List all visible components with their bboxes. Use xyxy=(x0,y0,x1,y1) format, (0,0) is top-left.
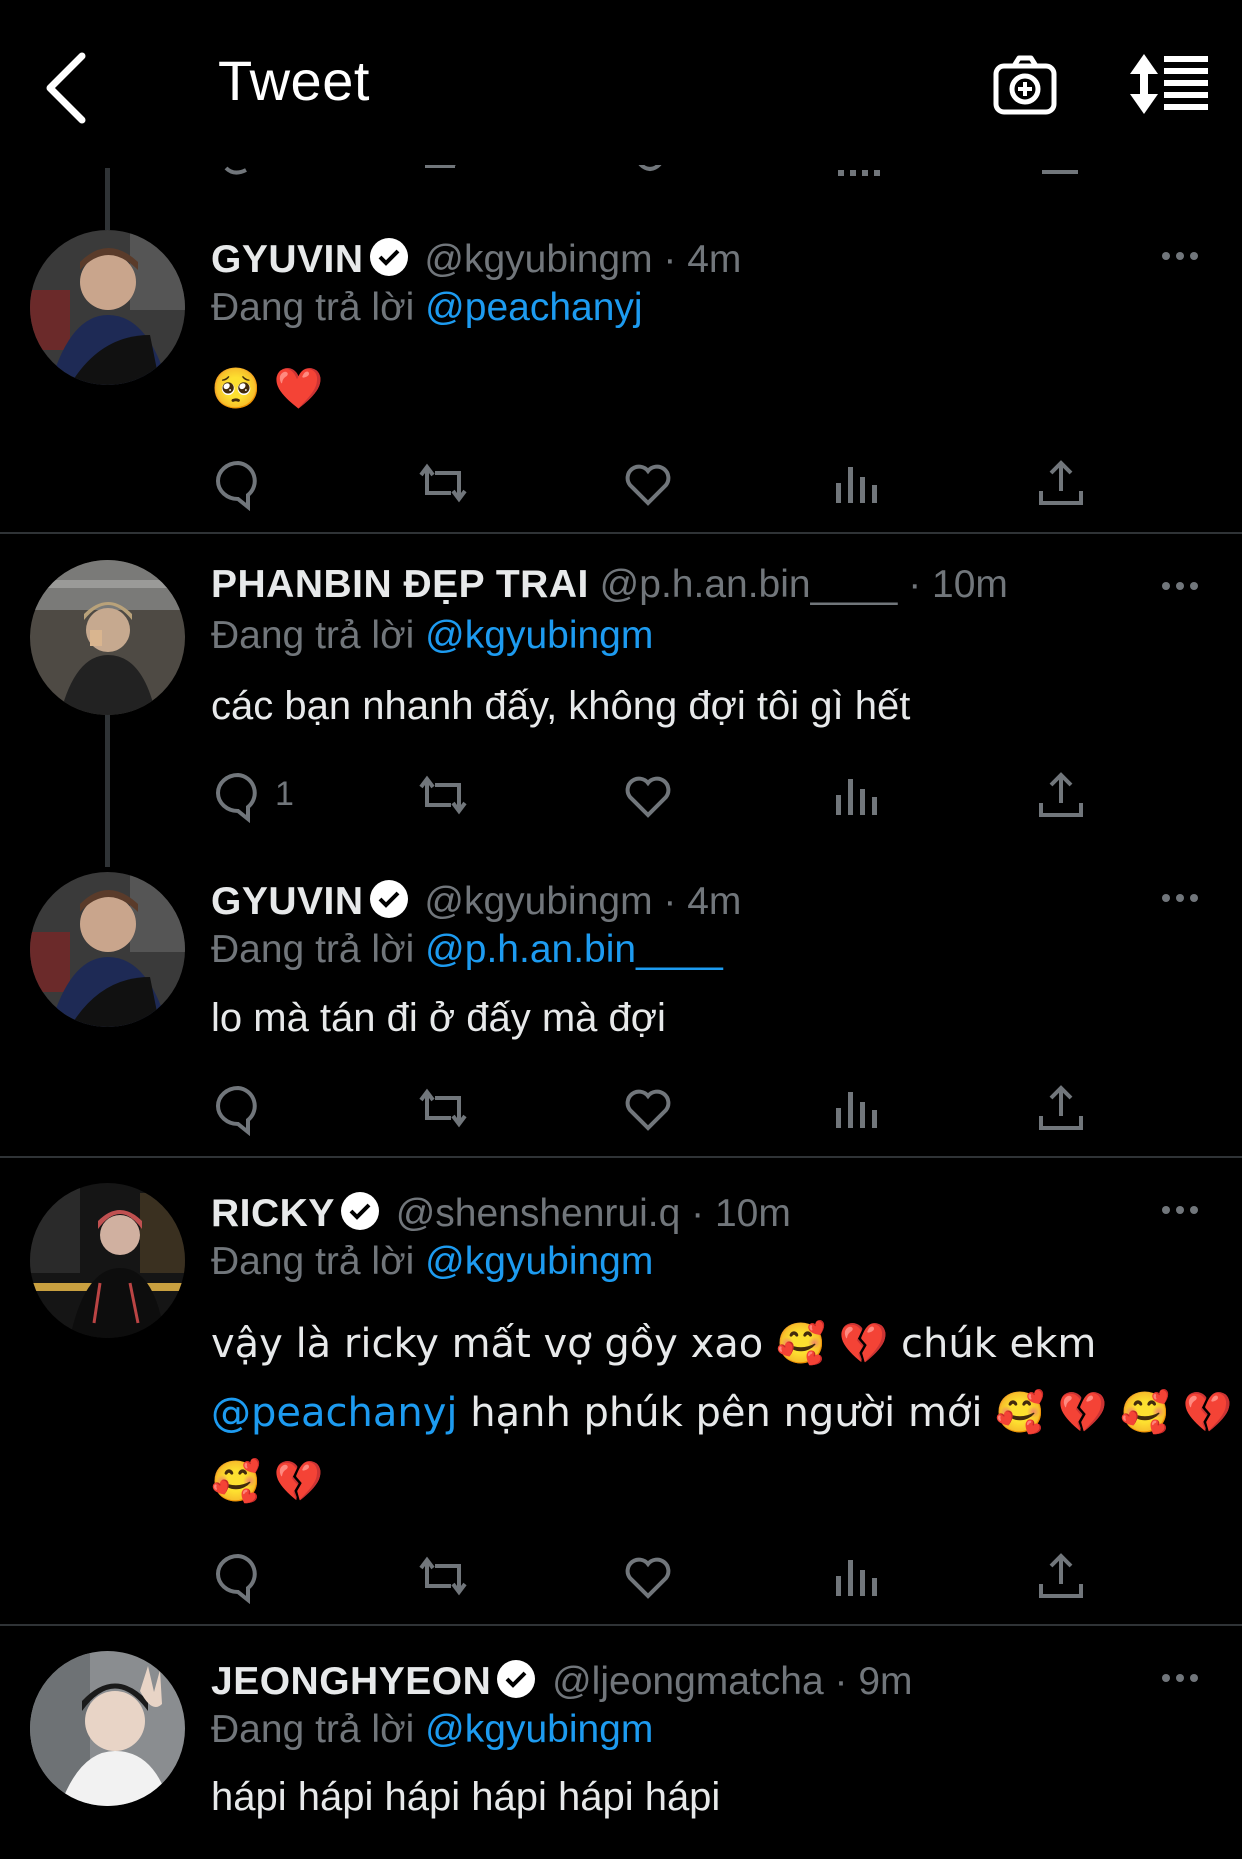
retweet-icon[interactable] xyxy=(415,767,471,823)
tweet-header: GYUVIN @kgyubingm · 4m xyxy=(211,878,741,924)
mention-link[interactable]: @p.h.an.bin____ xyxy=(425,928,723,971)
like-icon[interactable] xyxy=(620,455,676,511)
mention-link[interactable]: @kgyubingm xyxy=(425,1708,653,1751)
tweet-actions xyxy=(0,455,1242,515)
tweet-time: · 9m xyxy=(834,1660,913,1703)
tweet-time: · 4m xyxy=(663,238,742,281)
verified-badge-icon xyxy=(340,1192,379,1230)
like-icon[interactable] xyxy=(620,767,676,823)
page-title: Tweet xyxy=(218,49,370,112)
replying-to: Đang trả lời @kgyubingm xyxy=(211,614,654,657)
tweet-time: · 10m xyxy=(691,1192,791,1235)
camera-add-icon[interactable] xyxy=(992,52,1058,118)
divider xyxy=(0,1156,1242,1158)
user-handle[interactable]: @shenshenrui.q xyxy=(396,1192,681,1235)
tweet-header: PHANBIN ĐẸP TRAI @p.h.an.bin____ · 10m xyxy=(211,563,1008,607)
avatar[interactable] xyxy=(30,1183,185,1338)
tweet-text-line: vậy là ricky mất vợ gồy xao 🥰 💔 chúk ekm xyxy=(211,1321,1097,1367)
replying-to: Đang trả lời @kgyubingm xyxy=(211,1708,654,1751)
tweet-actions xyxy=(0,1080,1242,1140)
more-options-icon[interactable] xyxy=(1160,888,1200,908)
display-name[interactable]: GYUVIN xyxy=(211,238,364,281)
verified-badge-icon xyxy=(497,1660,536,1698)
views-icon[interactable] xyxy=(828,455,884,511)
mention-link[interactable]: @kgyubingm xyxy=(425,614,653,657)
user-handle[interactable]: @kgyubingm xyxy=(424,880,652,923)
display-name[interactable]: PHANBIN ĐẸP TRAI xyxy=(211,563,589,606)
share-icon[interactable] xyxy=(1033,1080,1089,1136)
reply-icon[interactable] xyxy=(210,767,266,823)
verified-badge-icon xyxy=(369,880,408,918)
reply-icon[interactable] xyxy=(210,455,266,511)
user-handle[interactable]: @kgyubingm xyxy=(424,238,652,281)
more-options-icon[interactable] xyxy=(1160,246,1200,266)
tweet-text-line: @peachanyj hạnh phúk pên người mới 🥰 💔 🥰… xyxy=(211,1390,1233,1436)
mention-link[interactable]: @kgyubingm xyxy=(425,1240,653,1283)
tweet-actions: 1 xyxy=(0,767,1242,827)
mention-link[interactable]: @peachanyj xyxy=(211,1390,458,1436)
tweet-actions xyxy=(0,1548,1242,1608)
replying-to: Đang trả lời @p.h.an.bin____ xyxy=(211,928,723,971)
share-icon[interactable] xyxy=(1033,767,1089,823)
avatar[interactable] xyxy=(30,230,185,385)
display-name[interactable]: RICKY xyxy=(211,1192,335,1235)
avatar[interactable] xyxy=(30,1651,185,1806)
back-arrow-icon[interactable] xyxy=(40,48,100,128)
retweet-icon[interactable] xyxy=(415,455,471,511)
verified-badge-icon xyxy=(369,238,408,276)
display-name[interactable]: GYUVIN xyxy=(211,880,364,923)
tweet-text: lo mà tán đi ở đấy mà đợi xyxy=(211,996,666,1040)
views-icon[interactable] xyxy=(828,767,884,823)
tweet-time: · 10m xyxy=(908,563,1008,606)
like-icon[interactable] xyxy=(620,1080,676,1136)
reply-count: 1 xyxy=(275,775,294,813)
mention-link[interactable]: @peachanyj xyxy=(425,286,642,329)
replying-to: Đang trả lời @kgyubingm xyxy=(211,1240,654,1283)
tweet-text: 🥺 ❤️ xyxy=(211,366,324,412)
views-icon[interactable] xyxy=(828,1080,884,1136)
retweet-icon[interactable] xyxy=(415,1080,471,1136)
reply-icon[interactable] xyxy=(210,1080,266,1136)
tweet-time: · 4m xyxy=(663,880,742,923)
tweet-header: GYUVIN @kgyubingm · 4m xyxy=(211,236,741,282)
tweet-header: JEONGHYEON @ljeongmatcha · 9m xyxy=(211,1658,913,1704)
tweet-header: RICKY @shenshenrui.q · 10m xyxy=(211,1190,791,1236)
reply-icon[interactable] xyxy=(210,1548,266,1604)
like-icon[interactable] xyxy=(620,1548,676,1604)
sort-replies-icon[interactable] xyxy=(1130,54,1210,114)
more-options-icon[interactable] xyxy=(1160,576,1200,596)
share-icon[interactable] xyxy=(1033,1548,1089,1604)
tweet-text-line: 🥰 💔 xyxy=(211,1459,324,1505)
views-icon[interactable] xyxy=(828,1548,884,1604)
more-options-icon[interactable] xyxy=(1160,1200,1200,1220)
tweet-text: vậy là ricky mất vợ gồy xao 🥰 💔 chúk ekm… xyxy=(211,1310,1233,1517)
more-options-icon[interactable] xyxy=(1160,1668,1200,1688)
tweet-text: các bạn nhanh đấy, không đợi tôi gì hết xyxy=(211,684,911,728)
tweet-text: hápi hápi hápi hápi hápi hápi xyxy=(211,1775,721,1819)
user-handle[interactable]: @p.h.an.bin____ xyxy=(600,563,898,606)
divider xyxy=(0,532,1242,534)
display-name[interactable]: JEONGHYEON xyxy=(211,1660,491,1703)
share-icon[interactable] xyxy=(1033,455,1089,511)
avatar[interactable] xyxy=(30,872,185,1027)
user-handle[interactable]: @ljeongmatcha xyxy=(552,1660,824,1703)
retweet-icon[interactable] xyxy=(415,1548,471,1604)
divider xyxy=(0,1624,1242,1626)
top-bar: Tweet xyxy=(0,0,1242,165)
replying-to: Đang trả lời @peachanyj xyxy=(211,286,643,329)
avatar[interactable] xyxy=(30,560,185,715)
